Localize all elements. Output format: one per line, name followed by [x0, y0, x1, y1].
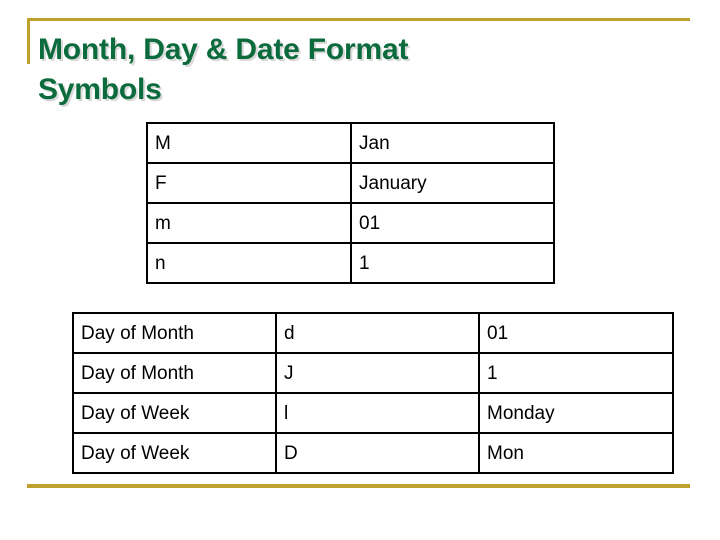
symbol-cell: m: [146, 202, 352, 244]
symbol-cell: l: [275, 392, 480, 434]
table-row: Day of Month J 1: [72, 352, 674, 394]
day-format-symbols-table: Day of Month d 01 Day of Month J 1 Day o…: [72, 312, 674, 474]
accent-rule-left: [27, 18, 30, 64]
accent-rule-top: [27, 18, 690, 21]
description-cell: Day of Month: [72, 352, 277, 394]
table-row: F January: [146, 162, 555, 204]
example-cell: Jan: [350, 122, 555, 164]
description-cell: Day of Week: [72, 432, 277, 474]
example-cell: Mon: [478, 432, 674, 474]
symbol-cell: F: [146, 162, 352, 204]
table-row: Day of Week D Mon: [72, 432, 674, 474]
slide-title: Month, Day & Date Format Symbols: [38, 33, 409, 106]
accent-rule-bottom: [27, 484, 690, 488]
example-cell: 1: [350, 242, 555, 284]
description-cell: Day of Month: [72, 312, 277, 354]
example-cell: 01: [350, 202, 555, 244]
slide-canvas: Month, Day & Date Format Symbols M Jan F…: [0, 0, 720, 540]
table-row: n 1: [146, 242, 555, 284]
symbol-cell: d: [275, 312, 480, 354]
table-row: m 01: [146, 202, 555, 244]
symbol-cell: M: [146, 122, 352, 164]
example-cell: 1: [478, 352, 674, 394]
symbol-cell: J: [275, 352, 480, 394]
example-cell: January: [350, 162, 555, 204]
description-cell: Day of Week: [72, 392, 277, 434]
table-row: Day of Week l Monday: [72, 392, 674, 434]
symbol-cell: n: [146, 242, 352, 284]
month-format-symbols-table: M Jan F January m 01 n 1: [146, 122, 555, 284]
table-row: M Jan: [146, 122, 555, 164]
example-cell: Monday: [478, 392, 674, 434]
example-cell: 01: [478, 312, 674, 354]
symbol-cell: D: [275, 432, 480, 474]
table-row: Day of Month d 01: [72, 312, 674, 354]
